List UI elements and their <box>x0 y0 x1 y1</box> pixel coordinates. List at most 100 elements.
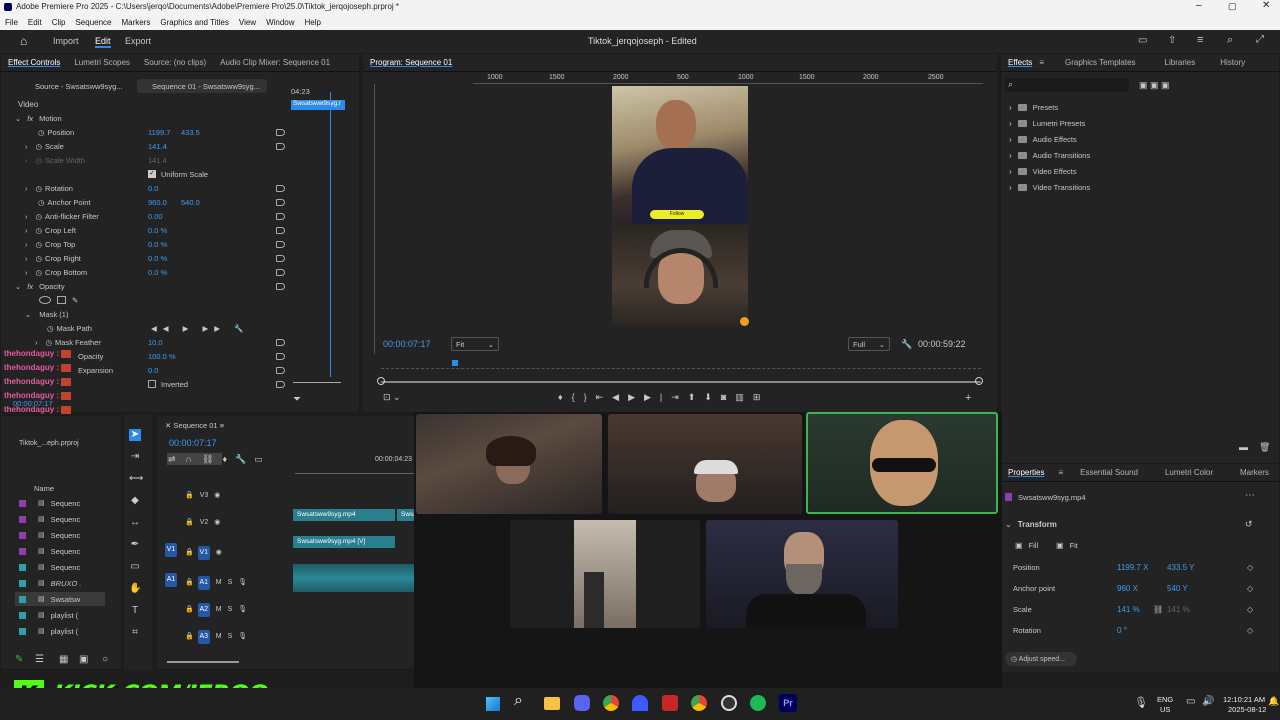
ec-clip-chip[interactable]: Swsatsww9syg.r <box>291 100 345 110</box>
step-forward-icon[interactable]: ▶| <box>644 392 671 402</box>
export-frame-icon[interactable]: ⊡ ⌄ <box>383 392 401 403</box>
source-selector[interactable]: Source - Swsatsww9syg... <box>35 82 123 91</box>
mark-out-icon[interactable]: } <box>584 392 596 402</box>
arc-icon[interactable] <box>632 695 648 711</box>
effects-folder-video-effects[interactable]: › Video Effects <box>1009 164 1077 178</box>
fullscreen-icon[interactable]: ⤢ <box>1256 34 1264 45</box>
reset-icon[interactable] <box>276 254 285 262</box>
scroll-handle-right[interactable] <box>975 377 983 385</box>
menu-graphics[interactable]: Graphics and Titles <box>155 18 233 27</box>
filter-icon[interactable]: ⏷ <box>293 394 301 405</box>
clip-v2[interactable]: Swsatsww9syg.mp4 <box>293 509 395 521</box>
reset-icon[interactable] <box>276 268 285 276</box>
new-folder-icon[interactable]: ▬ <box>1239 442 1248 452</box>
adjust-speed-button[interactable]: ◷ Adjust speed... <box>1005 652 1077 666</box>
project-item[interactable]: ▤ Swsatsw <box>15 592 105 606</box>
prop-crop-bottom[interactable]: › ◷ Crop Bottom 0.0 % <box>1 265 291 279</box>
step-back-icon[interactable]: ◀ <box>612 392 628 402</box>
keyframe-icon[interactable]: ◇ <box>1247 626 1253 635</box>
prop-position[interactable]: ◷ Position 1199.7 433.5 <box>1 125 291 139</box>
tab-audio-clip-mixer[interactable]: Audio Clip Mixer: Sequence 01 <box>213 58 337 67</box>
prop-mask-feather[interactable]: › ◷ Mask Feather 10.0 <box>1 335 291 349</box>
menu-view[interactable]: View <box>234 18 261 27</box>
uniform-scale-checkbox[interactable]: ✓ <box>148 170 156 178</box>
anchor-x[interactable]: 960.0 <box>148 198 167 207</box>
tab-effect-controls[interactable]: Effect Controls <box>1 58 67 67</box>
discord-icon[interactable] <box>574 695 590 711</box>
type-icon[interactable]: T <box>129 605 141 617</box>
menu-markers[interactable]: Markers <box>117 18 156 27</box>
tab-lumetri-color[interactable]: Lumetri Color <box>1145 468 1220 477</box>
maximize-button[interactable]: ▢ <box>1228 1 1237 12</box>
eye-icon[interactable]: ◉ <box>214 492 220 499</box>
keyframe-icon[interactable]: ◇ <box>1247 605 1253 614</box>
properties-menu-icon[interactable]: ≡ <box>1051 468 1073 477</box>
transform-section[interactable]: ⌄ Transform <box>1005 517 1057 531</box>
notification-icon[interactable]: 🔔 <box>1268 696 1279 707</box>
reset-icon[interactable] <box>276 142 285 150</box>
clip-v1[interactable]: Swsatsww9syg.mp4 [V] <box>293 536 395 548</box>
prop-row-position[interactable]: Position 1199.7 X 433.5 Y ◇ <box>1013 560 1263 574</box>
ripple-edit-icon[interactable]: ⟷ <box>129 473 143 485</box>
mic-icon[interactable]: 🎙 <box>238 606 247 613</box>
prop-row-rotation[interactable]: Rotation 0 ° ◇ <box>1013 623 1263 637</box>
project-item[interactable]: ▤ playlist ( <box>19 608 78 622</box>
tab-program[interactable]: Program: Sequence 01 <box>363 58 459 67</box>
menu-window[interactable]: Window <box>261 18 299 27</box>
extract-icon[interactable]: ⬇ <box>704 392 721 402</box>
reset-icon[interactable] <box>276 338 285 346</box>
delete-icon[interactable]: 🗑 <box>1259 442 1270 453</box>
prop-rotation[interactable]: › ◷ Rotation 0.0 <box>1 181 291 195</box>
menu-sequence[interactable]: Sequence <box>70 18 116 27</box>
fit-button[interactable]: ▣ Fit <box>1056 538 1078 552</box>
effects-search-input[interactable]: ⌕ <box>1005 78 1129 92</box>
timeline-ruler[interactable] <box>295 466 417 474</box>
go-to-in-icon[interactable]: ⇤ <box>596 392 613 402</box>
close-button[interactable]: ✕ <box>1262 0 1270 11</box>
ec-zoom-slider[interactable] <box>293 382 341 383</box>
tab-history[interactable]: History <box>1202 58 1252 67</box>
captions-icon[interactable]: ▭ <box>254 454 271 464</box>
program-scrollbar[interactable] <box>381 381 981 383</box>
timeline-scrollbar[interactable] <box>167 661 239 663</box>
prop-crop-right[interactable]: › ◷ Crop Right 0.0 % <box>1 251 291 265</box>
prop-crop-left[interactable]: › ◷ Crop Left 0.0 % <box>1 223 291 237</box>
clock-time[interactable]: 12:10:21 AM <box>1223 695 1265 704</box>
hand-icon[interactable]: ✋ <box>129 583 141 595</box>
zoom-circle-icon[interactable]: ○ <box>102 654 108 665</box>
chrome-icon[interactable] <box>603 695 619 711</box>
reset-icon[interactable] <box>276 128 285 136</box>
reset-icon[interactable] <box>276 226 285 234</box>
share-icon[interactable]: ⇧ <box>1168 35 1176 46</box>
prop-antiflicker[interactable]: › ◷ Anti-flicker Filter 0.00 <box>1 209 291 223</box>
go-to-out-icon[interactable]: ⇥ <box>671 392 688 402</box>
program-timecode[interactable]: 00:00:07:17 <box>383 339 431 349</box>
list-view-icon[interactable]: ☰ <box>35 654 44 665</box>
prop-mask-opacity[interactable]: Opacity 100.0 % <box>1 349 291 363</box>
tab-graphics-templates[interactable]: Graphics Templates <box>1058 58 1143 67</box>
effects-folder-presets[interactable]: › Presets <box>1009 100 1058 114</box>
reset-icon[interactable] <box>276 240 285 248</box>
project-item[interactable]: ▤ Sequenc <box>19 512 80 526</box>
microphone-icon[interactable]: 🎙 <box>1134 696 1148 709</box>
eye-icon[interactable]: ◉ <box>214 519 220 526</box>
region-label[interactable]: US <box>1160 705 1170 714</box>
tab-import[interactable]: Import <box>53 36 79 46</box>
nest-icon[interactable]: ⇌ <box>167 453 185 465</box>
add-marker-icon[interactable]: ♦ <box>222 454 235 464</box>
prop-row-anchor[interactable]: Anchor point 960 X 540 Y ◇ <box>1013 581 1263 595</box>
fill-button[interactable]: ▣ Fill <box>1015 538 1038 552</box>
expansion-value[interactable]: 0.0 <box>148 366 158 375</box>
new-bin-icon[interactable]: ▣ ▣ ▣ <box>1139 80 1170 91</box>
freeform-view-icon[interactable]: ▣ <box>79 654 88 665</box>
project-item[interactable]: ▤ Sequenc <box>19 528 80 542</box>
taskbar-search-icon[interactable]: ⌕ <box>514 692 523 710</box>
tab-markers[interactable]: Markers <box>1220 468 1276 477</box>
tab-export[interactable]: Export <box>125 36 151 46</box>
rect-mask-icon[interactable] <box>57 296 66 304</box>
tab-essential-sound[interactable]: Essential Sound <box>1073 468 1145 477</box>
prop-mask-expansion[interactable]: Expansion 0.0 <box>1 363 291 377</box>
keyframe-icon[interactable]: ◇ <box>1247 584 1253 593</box>
ellipse-mask-icon[interactable] <box>39 296 51 304</box>
effects-folder-audio-effects[interactable]: › Audio Effects <box>1009 132 1077 146</box>
